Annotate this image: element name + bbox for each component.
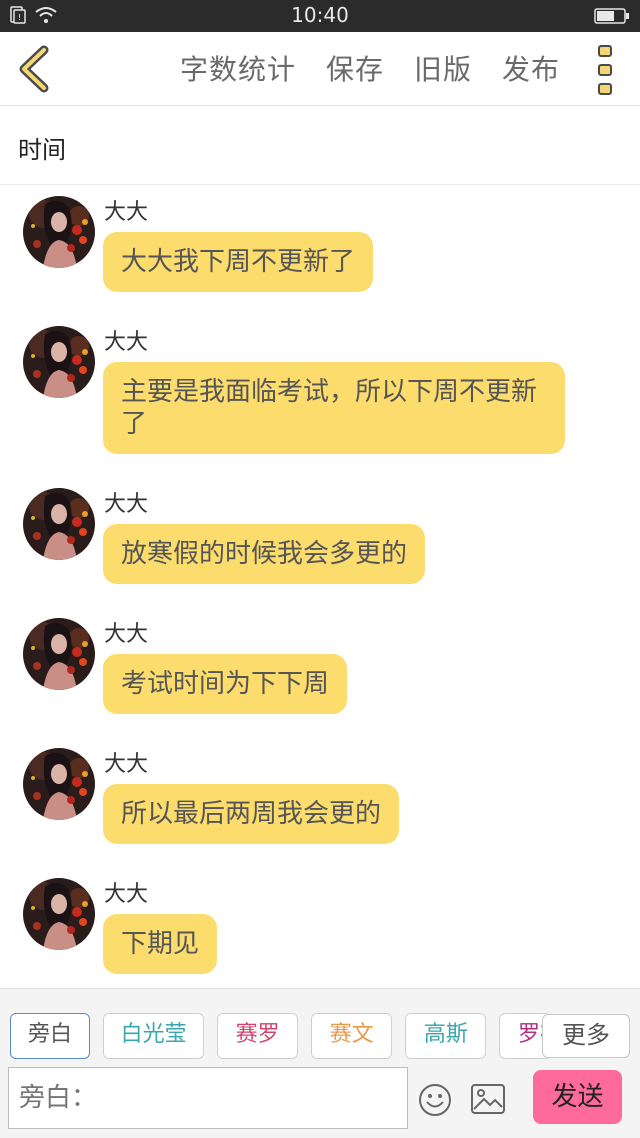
status-bar: ! 10:40 [0, 0, 640, 32]
sender-name: 大大 [104, 622, 149, 647]
emoji-icon[interactable] [418, 1083, 452, 1117]
battery-icon [594, 8, 629, 24]
publish-button[interactable]: 发布 [502, 48, 560, 88]
word-count-button[interactable]: 字数统计 [180, 48, 296, 88]
message-bubble[interactable]: 考试时间为下下周 [103, 654, 348, 714]
character-chip[interactable]: 罗布 [499, 1013, 548, 1059]
sender-name: 大大 [104, 492, 149, 517]
more-characters-button[interactable]: 更多 [542, 1014, 630, 1058]
character-chip-narrator[interactable]: 旁白 [10, 1013, 90, 1059]
message-list[interactable]: 大大 大大我下周不更新了 大大 主要是我面临考试，所以下周不更新了 大大 放寒假… [0, 186, 640, 988]
message-bubble[interactable]: 下期见 [103, 914, 218, 974]
avatar[interactable] [23, 488, 95, 560]
image-icon[interactable] [470, 1083, 506, 1115]
send-button[interactable]: 发送 [533, 1070, 622, 1124]
back-chevron-icon[interactable] [14, 44, 54, 94]
avatar[interactable] [23, 618, 95, 690]
message-bubble[interactable]: 所以最后两周我会更的 [103, 784, 400, 844]
sender-name: 大大 [104, 330, 149, 355]
character-chip[interactable]: 赛文 [311, 1013, 393, 1059]
old-version-button[interactable]: 旧版 [414, 48, 472, 88]
title-row[interactable]: 时间 [0, 106, 640, 185]
message-input[interactable] [8, 1067, 408, 1129]
sender-name: 大大 [104, 752, 149, 777]
avatar[interactable] [23, 196, 95, 268]
sender-name: 大大 [104, 882, 149, 907]
avatar[interactable] [23, 748, 95, 820]
status-time: 10:40 [291, 3, 349, 27]
more-vertical-icon[interactable] [598, 45, 614, 95]
sender-name: 大大 [104, 200, 149, 225]
top-nav-bar: 字数统计 保存 旧版 发布 [0, 32, 640, 106]
avatar[interactable] [23, 326, 95, 398]
composer: 旁白 白光莹 赛罗 赛文 高斯 罗布 更多 发送 [0, 988, 640, 1138]
character-selector: 旁白 白光莹 赛罗 赛文 高斯 罗布 [10, 1013, 548, 1059]
nav-actions: 字数统计 保存 旧版 发布 [180, 48, 590, 88]
avatar[interactable] [23, 878, 95, 950]
character-chip[interactable]: 高斯 [405, 1013, 487, 1059]
message-bubble[interactable]: 主要是我面临考试，所以下周不更新了 [103, 362, 565, 454]
save-button[interactable]: 保存 [326, 48, 384, 88]
message-bubble[interactable]: 放寒假的时候我会多更的 [103, 524, 426, 584]
message-bubble[interactable]: 大大我下周不更新了 [103, 232, 374, 292]
page-title: 时间 [18, 136, 66, 164]
character-chip[interactable]: 赛罗 [217, 1013, 299, 1059]
character-chip[interactable]: 白光莹 [103, 1013, 205, 1059]
